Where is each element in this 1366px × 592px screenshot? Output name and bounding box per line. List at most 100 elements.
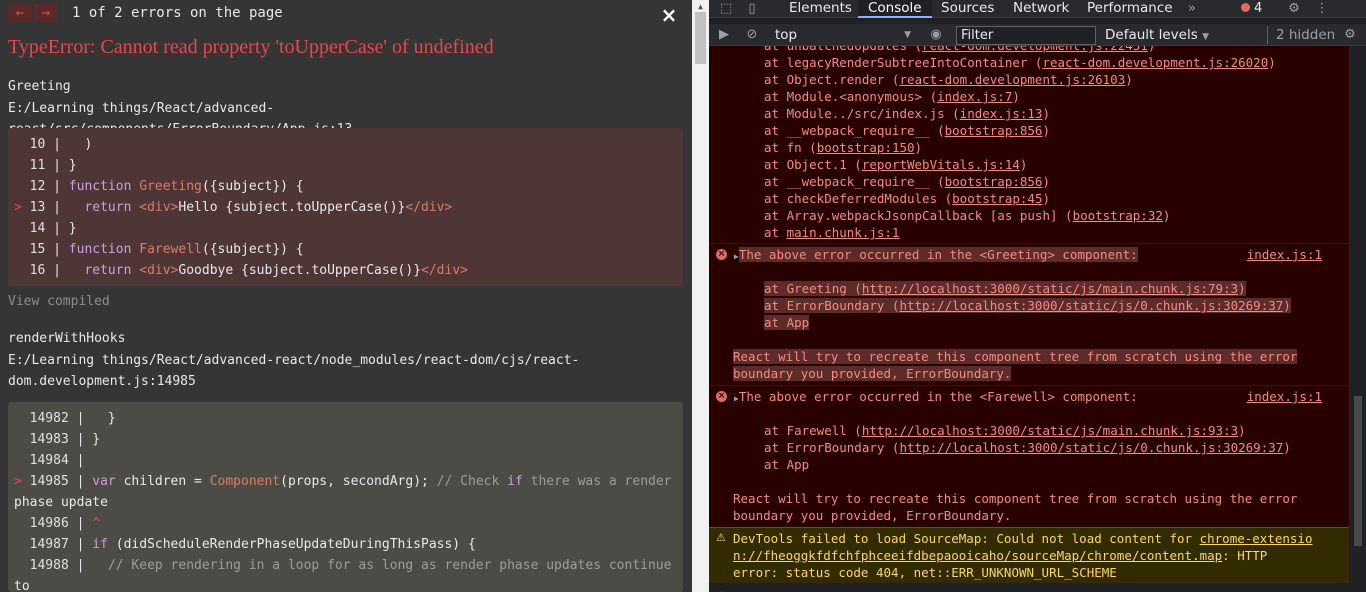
device-toolbar-icon[interactable]: ▯: [743, 0, 761, 18]
gutter-separator: |: [68, 453, 85, 468]
error-count-badge[interactable]: 4: [1241, 0, 1262, 17]
clear-console-icon[interactable]: ⊘: [743, 26, 761, 44]
context-selector[interactable]: top ▼: [775, 26, 911, 44]
line-number: 10: [29, 137, 46, 152]
stack-line: at __webpack_require__ (bootstrap:856): [764, 122, 1050, 139]
stack-at: at: [764, 106, 787, 121]
stack-link[interactable]: http://localhost:3000/static/js/main.chu…: [862, 423, 1238, 438]
stack-fn: at Greeting (: [764, 281, 862, 296]
stack-link[interactable]: http://localhost:3000/static/js/0.chunk.…: [899, 298, 1284, 313]
stack-fn: Object.render (: [786, 72, 900, 87]
stack-paren: ): [1148, 46, 1156, 53]
code-line: 14988 | // Keep rendering in a loop for …: [14, 555, 674, 592]
message-header[interactable]: ▶The above error occurred in the <Farewe…: [734, 388, 1138, 407]
line-number: 14986: [29, 516, 69, 531]
note-line: React will try to recreate this componen…: [733, 349, 1298, 364]
live-expression-eye-icon[interactable]: ◉: [927, 26, 945, 44]
gutter-separator: |: [68, 537, 85, 552]
stack-fn: at Farewell (: [764, 423, 862, 438]
warning-link[interactable]: chrome-extensio: [1200, 531, 1313, 546]
log-levels-dropdown[interactable]: Default levels ▼: [1105, 26, 1209, 46]
stack-line: at ErrorBoundary (http://localhost:3000/…: [764, 439, 1291, 456]
stack-link[interactable]: main.chunk.js:1: [787, 225, 900, 240]
code-line: 10 | ): [14, 134, 683, 155]
tab-elements[interactable]: Elements: [779, 0, 862, 18]
more-tabs-icon[interactable]: »: [1183, 0, 1201, 18]
source-link[interactable]: index.js:1: [1247, 246, 1322, 263]
scrollbar-thumb[interactable]: [695, 12, 706, 64]
code-text: return <div>Hello {subject.toUpperCase()…: [84, 200, 453, 215]
next-error-button[interactable]: →: [34, 4, 58, 22]
stack-link[interactable]: bootstrap:150: [817, 140, 915, 155]
stack-paren: ): [1042, 174, 1050, 189]
stack-link[interactable]: http://localhost:3000/static/js/main.chu…: [861, 281, 1239, 296]
code-snippet: 10 | ) 11 | } 12 | function Greeting({su…: [8, 128, 683, 286]
context-value: top: [775, 27, 798, 43]
tab-performance[interactable]: Performance: [1077, 0, 1183, 18]
stack-link[interactable]: react-dom.development.js:22431: [922, 46, 1148, 53]
tab-sources[interactable]: Sources: [931, 0, 1004, 18]
devtools-panel: ⬚ ▯ Elements Console Sources Network Per…: [709, 0, 1366, 592]
gutter-separator: |: [45, 263, 61, 278]
tab-console[interactable]: Console: [858, 0, 932, 18]
code-line: > 14985 | var children = Component(props…: [14, 471, 674, 513]
console-prompt-icon[interactable]: ›: [719, 585, 726, 592]
stack-at: at: [764, 46, 787, 53]
stack-line: at Module.<anonymous> (index.js:7): [764, 88, 1020, 105]
stack-link[interactable]: bootstrap:32: [1073, 208, 1163, 223]
stack-line: at ErrorBoundary (http://localhost:3000/…: [764, 297, 1291, 314]
stack-paren: ): [1019, 157, 1028, 172]
warning-link[interactable]: n://fheoggkfdfchfphceeifdbepaooicaho/sou…: [733, 548, 1222, 563]
stack-link[interactable]: bootstrap:45: [952, 191, 1042, 206]
stack-fn: at App: [764, 315, 810, 330]
show-sidebar-icon[interactable]: ▶: [715, 26, 733, 44]
gutter-separator: |: [68, 558, 85, 573]
stack-link[interactable]: reportWebVitals.js:14: [862, 157, 1020, 172]
error-circle-icon: ×: [716, 391, 727, 402]
more-options-icon[interactable]: ⋮: [1313, 0, 1331, 18]
stack-fn: Module.<anonymous> (: [786, 89, 938, 104]
stack-link[interactable]: bootstrap:856: [945, 123, 1043, 138]
stack-link[interactable]: bootstrap:856: [945, 174, 1043, 189]
console-settings-gear-icon[interactable]: ⚙: [1341, 26, 1359, 44]
console-scrollbar[interactable]: [1349, 46, 1366, 592]
code-line: 14984 |: [14, 450, 683, 471]
stack-fn: checkDeferredModules (: [786, 191, 953, 206]
stack-fn: __webpack_require__ (: [786, 174, 945, 189]
gutter-separator: |: [45, 221, 61, 236]
scrollbar-thumb[interactable]: [1354, 396, 1362, 546]
line-number: 14988: [29, 558, 69, 573]
stack-line: at Object.1 (reportWebVitals.js:14): [764, 156, 1027, 173]
overlay-scrollbar[interactable]: ▲: [692, 0, 709, 592]
message-header-text: The above error occurred in the <Farewel…: [738, 389, 1138, 404]
close-icon[interactable]: ×: [660, 5, 678, 25]
source-link[interactable]: index.js:1: [1247, 388, 1322, 405]
stack-paren: ): [1238, 423, 1246, 438]
filter-input[interactable]: Filter: [956, 26, 1096, 45]
stack-frame-name: Greeting: [8, 79, 71, 94]
code-snippet: 14982 | } 14983 | } 14984 | > 14985 | var…: [8, 402, 683, 592]
stack-link[interactable]: react-dom.development.js:26103: [899, 72, 1125, 87]
code-line: 11 | }: [14, 155, 683, 176]
tab-network[interactable]: Network: [1003, 0, 1079, 18]
message-header[interactable]: ▶The above error occurred in the <Greeti…: [734, 246, 1138, 265]
stack-at: at: [764, 55, 787, 70]
stack-line: at Module../src/index.js (index.js:13): [764, 105, 1050, 122]
code-text: return <div>Goodbye {subject.toUpperCase…: [84, 263, 468, 278]
stack-link[interactable]: react-dom.development.js:26020: [1042, 55, 1268, 70]
stack-paren: ): [1238, 281, 1246, 296]
message-note: boundary you provided, ErrorBoundary.: [733, 365, 1012, 382]
view-compiled-link[interactable]: View compiled: [8, 294, 110, 309]
message-note: React will try to recreate this componen…: [733, 348, 1298, 365]
settings-gear-icon[interactable]: ⚙: [1285, 0, 1303, 18]
stack-link[interactable]: index.js:7: [937, 89, 1012, 104]
error-title: TypeError: Cannot read property 'toUpper…: [8, 36, 494, 58]
stack-link[interactable]: http://localhost:3000/static/js/0.chunk.…: [899, 440, 1283, 455]
stack-at: at: [764, 174, 787, 189]
message-header-text: The above error occurred in the <Greetin…: [738, 247, 1138, 262]
stack-paren: ): [914, 140, 923, 155]
inspect-element-icon[interactable]: ⬚: [717, 0, 735, 18]
code-text: }: [60, 158, 77, 173]
previous-error-button[interactable]: ←: [8, 4, 32, 22]
stack-link[interactable]: index.js:13: [960, 106, 1043, 121]
